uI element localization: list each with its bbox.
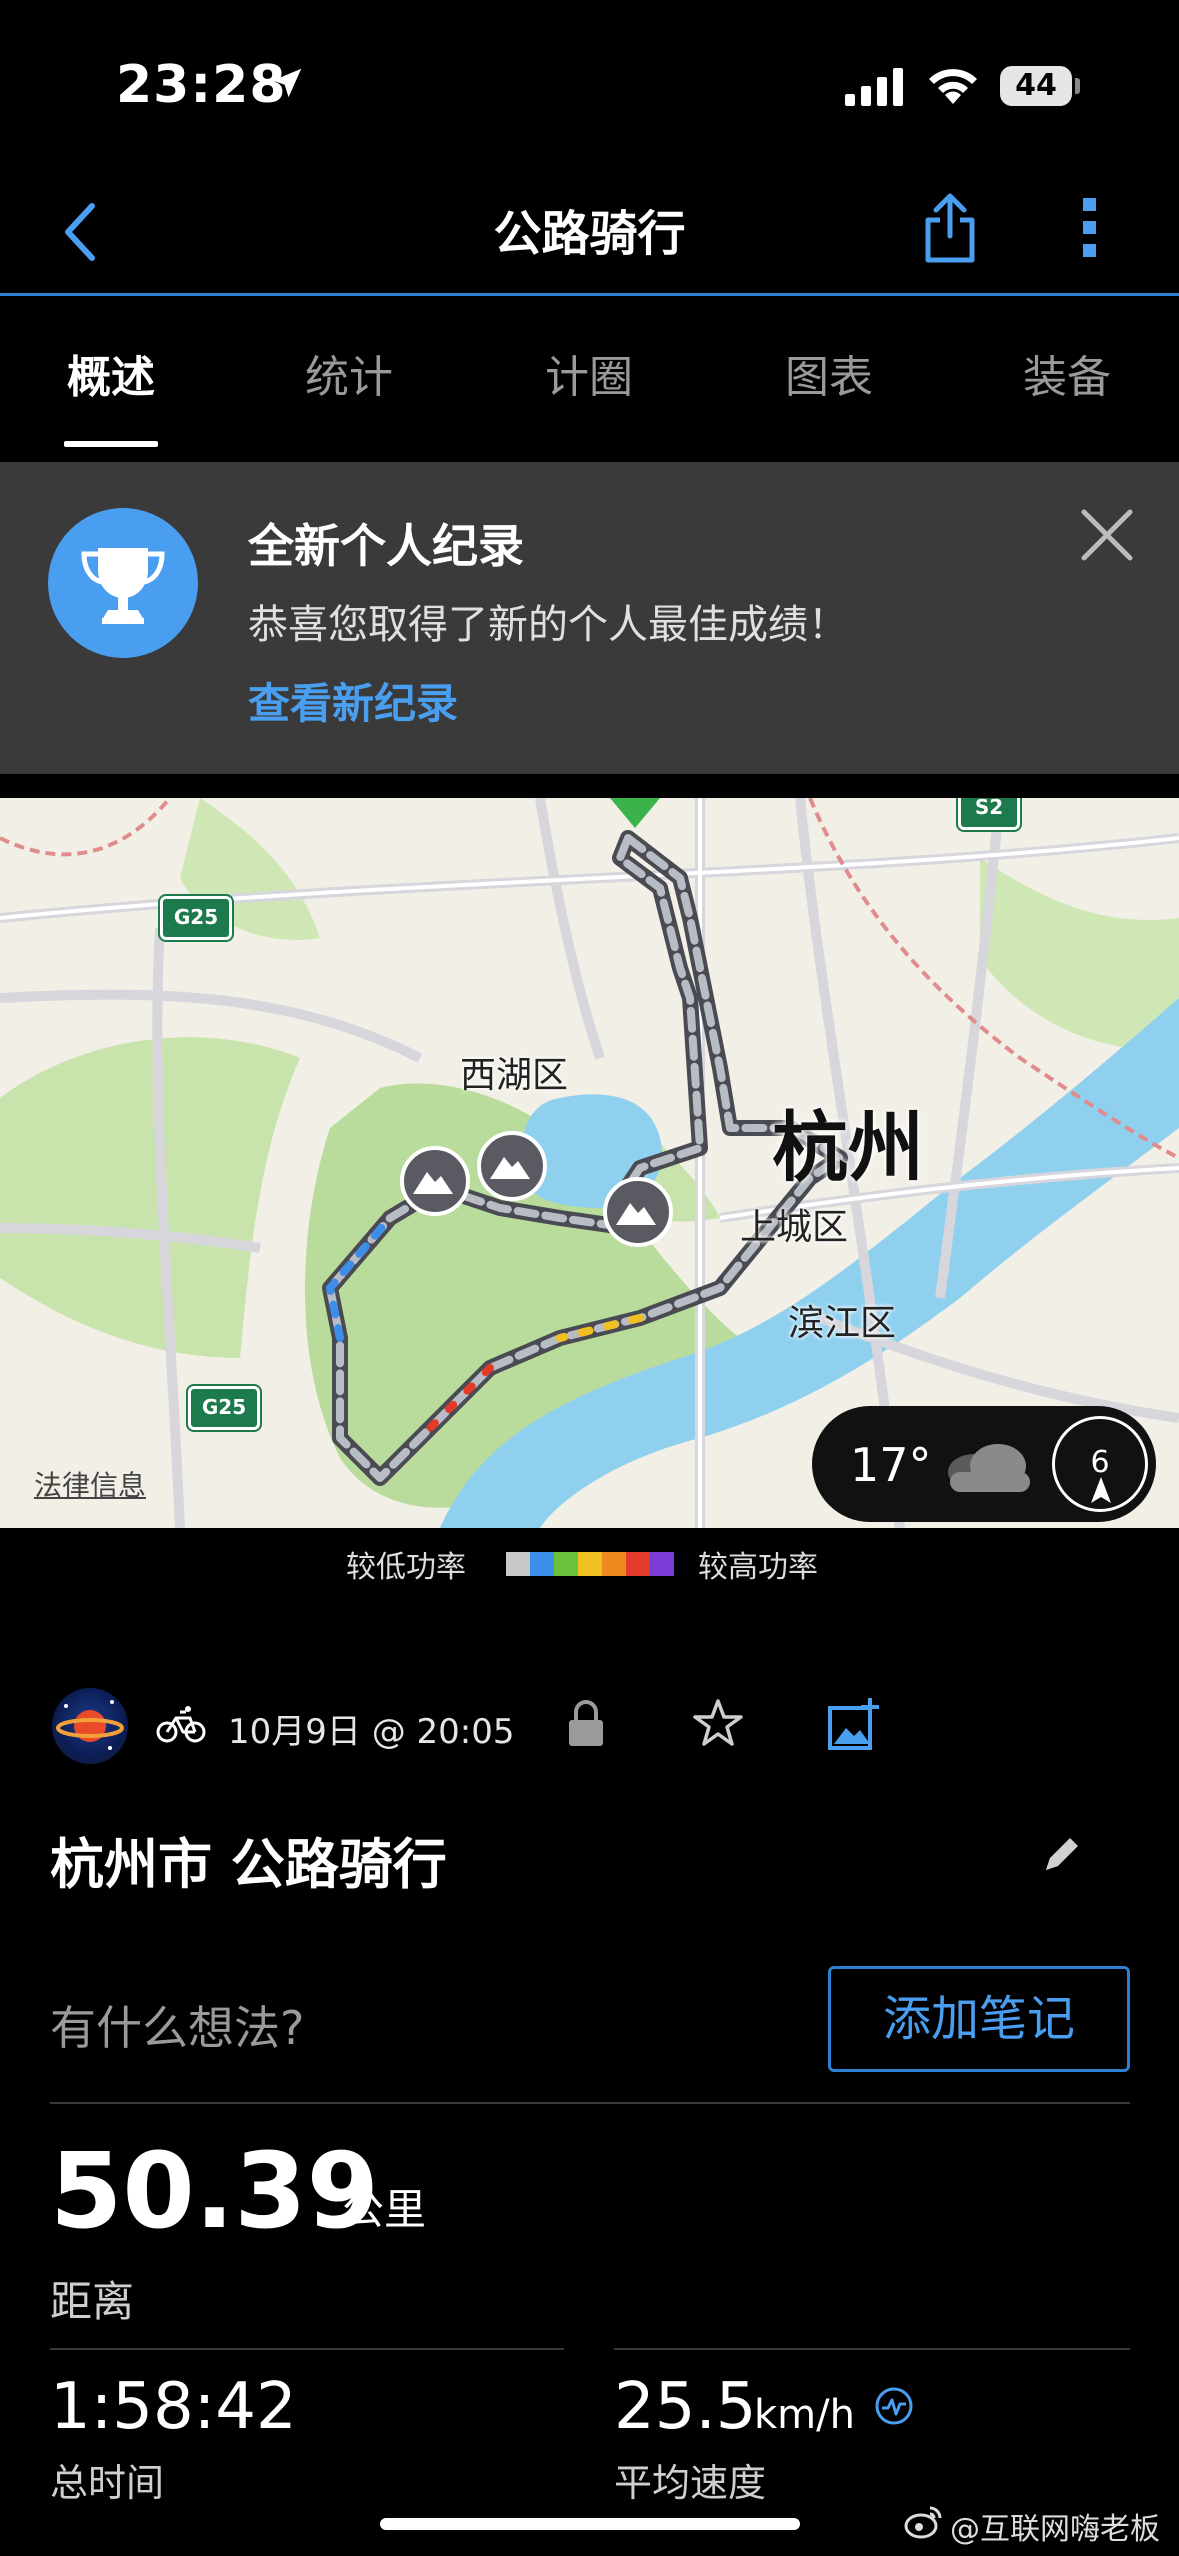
avg-speed-unit: km/h: [754, 2392, 855, 2438]
battery-cap: [1075, 78, 1080, 94]
map-label-city: 杭州: [772, 1103, 924, 1192]
legend-swatch: [530, 1552, 554, 1576]
legend-swatch: [602, 1552, 626, 1576]
activity-details: 10月9日 @ 20:05 杭州市 公路骑行 有什么想法? 添加笔记 50.39…: [0, 1600, 1179, 2556]
weather-temperature: 17°: [850, 1438, 932, 1492]
map-label-shangcheng: 上城区: [740, 1207, 849, 1248]
total-time-value: 1:58:42: [50, 2370, 297, 2444]
legend-swatch: [626, 1552, 650, 1576]
cloudy-icon: [948, 1444, 1030, 1492]
road-shield-g25: G25: [158, 894, 234, 942]
avg-speed-value: 25.5: [614, 2370, 757, 2444]
distance-unit: 公里: [342, 2185, 427, 2234]
close-icon[interactable]: [1080, 508, 1134, 562]
legend-low-label: 较低功率: [346, 1550, 466, 1585]
location-arrow-icon: [272, 68, 302, 98]
wind-compass: 6: [1052, 1416, 1148, 1512]
route-map[interactable]: G25 G25 S2 西湖区 杭州 上城区 滨江区 法律信息 17° 6: [0, 798, 1179, 1528]
nav-bar: 公路骑行: [0, 170, 1179, 296]
tab-overview[interactable]: 概述: [21, 341, 201, 405]
more-vertical-icon[interactable]: [1080, 196, 1100, 260]
edit-pencil-icon[interactable]: [1040, 1832, 1084, 1876]
home-indicator[interactable]: [380, 2518, 800, 2530]
divider: [614, 2348, 1130, 2350]
legend-swatch: [650, 1552, 674, 1576]
total-time-label: 总时间: [50, 2461, 165, 2505]
add-note-button[interactable]: 添加笔记: [828, 1966, 1130, 2072]
watermark: @互联网嗨老板: [950, 2512, 1160, 2547]
add-photo-icon[interactable]: [826, 1696, 882, 1752]
legal-info-link[interactable]: 法律信息: [34, 1464, 146, 1504]
legend-high-label: 较高功率: [698, 1550, 818, 1585]
page-title: 公路骑行: [493, 206, 686, 262]
map-label-binjiang: 滨江区: [788, 1303, 897, 1344]
trophy-icon: [48, 508, 198, 658]
power-legend: 较低功率 较高功率: [0, 1528, 1179, 1598]
tab-charts[interactable]: 图表: [739, 341, 919, 405]
tab-laps[interactable]: 计圈: [499, 341, 679, 405]
road-shield-g25: G25: [186, 1384, 262, 1432]
signal-icon: [845, 68, 903, 106]
weibo-icon: [904, 2506, 942, 2539]
distance-value: 50.39: [50, 2130, 379, 2252]
avg-speed-label: 平均速度: [614, 2461, 767, 2505]
banner-title: 全新个人纪录: [248, 519, 524, 573]
divider: [50, 2348, 564, 2350]
connect-iq-icon[interactable]: [874, 2386, 914, 2426]
personal-record-banner: 全新个人纪录 恭喜您取得了新的个人最佳成绩！ 查看新纪录: [0, 462, 1179, 774]
star-icon[interactable]: [692, 1698, 744, 1748]
tab-active-indicator: [64, 441, 158, 447]
map-label-xihu: 西湖区: [460, 1055, 569, 1096]
tab-bar: 概述 统计 计圈 图表 装备: [0, 299, 1179, 449]
wind-direction-icon: [1091, 1477, 1111, 1503]
tab-gear[interactable]: 装备: [977, 341, 1157, 405]
legend-swatch: [578, 1552, 602, 1576]
bicycle-icon: [156, 1706, 206, 1743]
legend-swatch: [554, 1552, 578, 1576]
status-bar: 23:28 44: [0, 0, 1179, 170]
tab-stats[interactable]: 统计: [259, 341, 439, 405]
view-new-record-link[interactable]: 查看新纪录: [248, 670, 458, 731]
share-icon[interactable]: [920, 192, 980, 264]
distance-label: 距离: [50, 2277, 135, 2326]
weather-widget[interactable]: 17° 6: [812, 1406, 1156, 1522]
road-shield-s2: S2: [956, 798, 1022, 832]
note-prompt[interactable]: 有什么想法?: [50, 1992, 304, 2058]
divider: [50, 2102, 1130, 2104]
legend-color-bar: [506, 1552, 674, 1576]
legend-swatch: [506, 1552, 530, 1576]
battery-indicator: 44: [1000, 66, 1072, 106]
activity-date: 10月9日 @ 20:05: [228, 1712, 515, 1752]
wind-speed: 6: [1090, 1445, 1110, 1480]
avatar[interactable]: [52, 1688, 128, 1764]
banner-subtitle: 恭喜您取得了新的个人最佳成绩！: [248, 602, 848, 648]
wifi-icon: [929, 69, 977, 104]
status-time: 23:28: [116, 55, 287, 115]
activity-title: 杭州市 公路骑行: [50, 1833, 447, 1896]
lock-icon[interactable]: [566, 1700, 606, 1748]
